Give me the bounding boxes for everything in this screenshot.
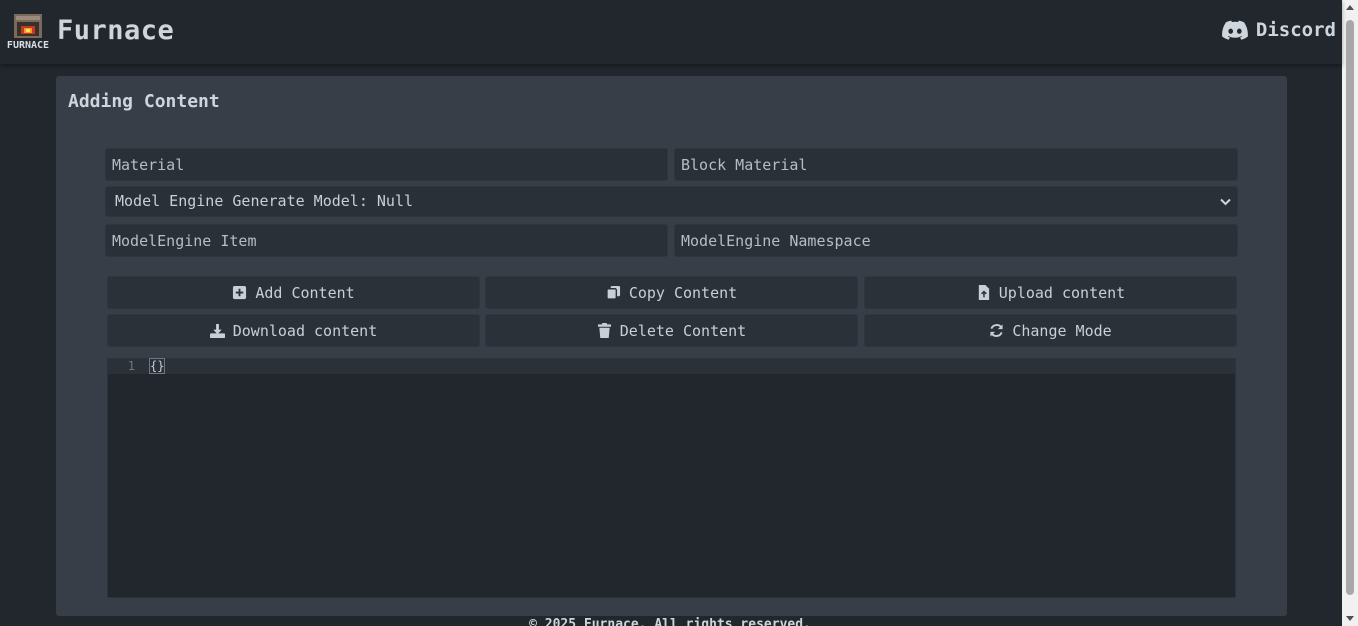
add-content-label: Add Content	[255, 283, 355, 302]
delete-content-label: Delete Content	[619, 321, 747, 340]
logo-text: FURNACE	[7, 40, 49, 50]
file-upload-icon	[978, 285, 989, 300]
active-line-highlight	[108, 359, 1235, 374]
change-mode-button[interactable]: Change Mode	[864, 314, 1237, 347]
copy-icon	[606, 285, 620, 300]
copy-content-label: Copy Content	[628, 283, 738, 302]
model-engine-select-value: Model Engine Generate Model: Null	[115, 192, 414, 210]
page-scrollbar[interactable]	[1342, 0, 1358, 626]
json-code-editor[interactable]: 1 {}	[107, 358, 1236, 598]
upload-content-button[interactable]: Upload content	[864, 276, 1237, 309]
model-engine-select[interactable]: Model Engine Generate Model: Null	[105, 186, 1238, 217]
trash-icon	[597, 323, 611, 338]
code-text: {}	[148, 358, 166, 374]
block-material-input[interactable]	[674, 148, 1238, 181]
brand-title[interactable]: Furnace	[57, 15, 174, 46]
plus-square-icon	[233, 285, 247, 300]
upload-content-label: Upload content	[998, 283, 1126, 302]
download-icon	[209, 323, 225, 338]
delete-content-button[interactable]: Delete Content	[485, 314, 858, 347]
chevron-down-icon	[1220, 198, 1231, 206]
discord-link[interactable]: Discord	[1222, 19, 1336, 41]
scroll-up-arrow-icon[interactable]	[1346, 5, 1354, 10]
code-content[interactable]: {}	[148, 358, 166, 374]
download-content-label: Download content	[232, 321, 378, 340]
footer-copyright: © 2025 Furnace. All rights reserved.	[529, 617, 811, 626]
line-number: 1	[127, 359, 135, 373]
modelengine-namespace-input[interactable]	[674, 224, 1238, 257]
download-content-button[interactable]: Download content	[107, 314, 480, 347]
adding-content-panel: Adding Content Model Engine Generate Mod…	[56, 76, 1287, 616]
panel-title: Adding Content	[68, 91, 220, 112]
add-content-button[interactable]: Add Content	[107, 276, 480, 309]
scroll-down-arrow-icon[interactable]	[1346, 616, 1354, 621]
change-mode-label: Change Mode	[1012, 321, 1112, 340]
discord-label: Discord	[1255, 19, 1336, 41]
material-input[interactable]	[105, 148, 668, 181]
refresh-icon	[990, 324, 1003, 337]
scrollbar-thumb[interactable]	[1346, 20, 1354, 595]
top-header: FURNACE Furnace Discord	[0, 0, 1342, 64]
furnace-logo[interactable]: FURNACE	[3, 14, 53, 50]
modelengine-item-input[interactable]	[105, 224, 668, 257]
copy-content-button[interactable]: Copy Content	[485, 276, 858, 309]
discord-icon	[1222, 20, 1248, 40]
